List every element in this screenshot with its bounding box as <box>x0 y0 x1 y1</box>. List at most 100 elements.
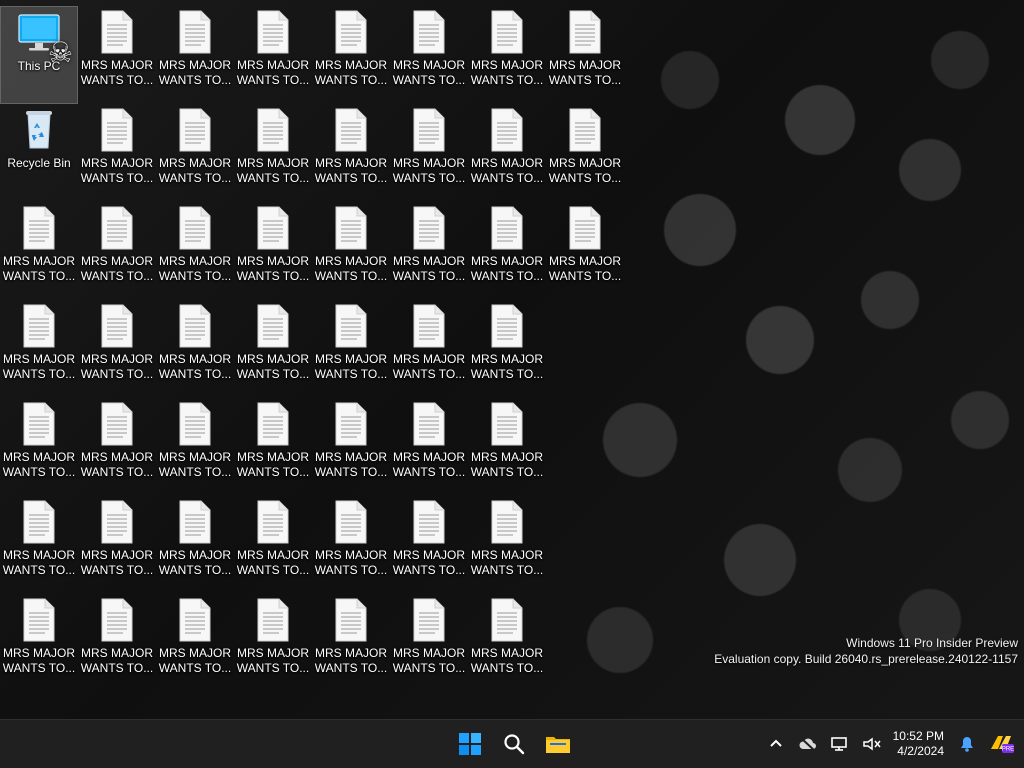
desktop-icon-label: MRS MAJOR WANTS TO... <box>80 58 154 87</box>
text-file-graphic <box>249 596 297 644</box>
desktop-icon-text-file[interactable]: MRS MAJOR WANTS TO... <box>546 202 624 300</box>
text-file-graphic <box>15 400 63 448</box>
desktop-icon-text-file[interactable]: MRS MAJOR WANTS TO... <box>78 398 156 496</box>
desktop-icon-text-file[interactable]: MRS MAJOR WANTS TO... <box>234 496 312 594</box>
desktop-icon-text-file[interactable]: MRS MAJOR WANTS TO... <box>156 398 234 496</box>
onedrive-status-button[interactable] <box>797 733 819 755</box>
desktop-icon-label: MRS MAJOR WANTS TO... <box>2 646 76 675</box>
desktop-icon-text-file[interactable]: MRS MAJOR WANTS TO... <box>546 6 624 104</box>
taskbar-clock[interactable]: 10:52 PM 4/2/2024 <box>893 729 944 759</box>
desktop-icon-text-file[interactable]: MRS MAJOR WANTS TO... <box>468 398 546 496</box>
desktop-icon-text-file[interactable]: MRS MAJOR WANTS TO... <box>78 594 156 692</box>
desktop-icon-text-file[interactable]: MRS MAJOR WANTS TO... <box>390 496 468 594</box>
text-file-graphic <box>483 498 531 546</box>
desktop-icon-text-file[interactable]: MRS MAJOR WANTS TO... <box>0 300 78 398</box>
desktop-icon-label: MRS MAJOR WANTS TO... <box>80 646 154 675</box>
text-document-icon <box>101 500 133 544</box>
desktop-icon-label: MRS MAJOR WANTS TO... <box>158 450 232 479</box>
text-document-icon <box>335 206 367 250</box>
desktop-icon-label: MRS MAJOR WANTS TO... <box>158 548 232 577</box>
desktop-icon-text-file[interactable]: MRS MAJOR WANTS TO... <box>390 300 468 398</box>
text-document-icon <box>569 10 601 54</box>
desktop-icon-text-file[interactable]: MRS MAJOR WANTS TO... <box>234 398 312 496</box>
desktop-icon-text-file[interactable]: MRS MAJOR WANTS TO... <box>468 6 546 104</box>
desktop-icon-text-file[interactable]: MRS MAJOR WANTS TO... <box>312 398 390 496</box>
desktop-icon-text-file[interactable]: MRS MAJOR WANTS TO... <box>0 202 78 300</box>
desktop-icon-text-file[interactable]: MRS MAJOR WANTS TO... <box>0 398 78 496</box>
desktop-icon-text-file[interactable]: MRS MAJOR WANTS TO... <box>156 202 234 300</box>
text-document-icon <box>179 402 211 446</box>
desktop-icon-text-file[interactable]: MRS MAJOR WANTS TO... <box>234 202 312 300</box>
network-button[interactable] <box>829 733 851 755</box>
desktop-icon-text-file[interactable]: MRS MAJOR WANTS TO... <box>468 300 546 398</box>
desktop-icon-text-file[interactable]: MRS MAJOR WANTS TO... <box>0 594 78 692</box>
file-explorer-button[interactable] <box>540 726 576 762</box>
text-file-graphic <box>405 596 453 644</box>
notifications-button[interactable] <box>956 733 978 755</box>
search-icon <box>504 734 525 755</box>
text-file-graphic <box>405 302 453 350</box>
skull-crossbones-icon: ☠ <box>47 37 73 68</box>
show-hidden-icons-button[interactable] <box>765 733 787 755</box>
desktop-icon-text-file[interactable]: MRS MAJOR WANTS TO... <box>312 6 390 104</box>
desktop-icon-label: MRS MAJOR WANTS TO... <box>314 548 388 577</box>
text-document-icon <box>23 598 55 642</box>
desktop-icon-text-file[interactable]: MRS MAJOR WANTS TO... <box>312 202 390 300</box>
text-document-icon <box>413 10 445 54</box>
desktop-icon-text-file[interactable]: MRS MAJOR WANTS TO... <box>156 594 234 692</box>
desktop-icon-label: MRS MAJOR WANTS TO... <box>158 646 232 675</box>
text-document-icon <box>491 304 523 348</box>
desktop-icon-text-file[interactable]: MRS MAJOR WANTS TO... <box>312 104 390 202</box>
desktop-icon-label: MRS MAJOR WANTS TO... <box>158 58 232 87</box>
desktop-icon-text-file[interactable]: MRS MAJOR WANTS TO... <box>78 104 156 202</box>
desktop-icon-text-file[interactable]: MRS MAJOR WANTS TO... <box>78 6 156 104</box>
desktop-icon-label: MRS MAJOR WANTS TO... <box>236 156 310 185</box>
text-document-icon <box>101 206 133 250</box>
chevron-up-icon <box>769 739 782 747</box>
text-document-icon <box>413 206 445 250</box>
desktop-icon-text-file[interactable]: MRS MAJOR WANTS TO... <box>156 300 234 398</box>
text-file-graphic <box>327 204 375 252</box>
desktop-icon-text-file[interactable]: MRS MAJOR WANTS TO... <box>390 398 468 496</box>
desktop-icon-text-file[interactable]: MRS MAJOR WANTS TO... <box>234 104 312 202</box>
windows-start-icon <box>459 733 481 755</box>
desktop-icon-text-file[interactable]: MRS MAJOR WANTS TO... <box>390 202 468 300</box>
volume-button[interactable] <box>861 733 883 755</box>
desktop-icon-text-file[interactable]: MRS MAJOR WANTS TO... <box>390 104 468 202</box>
desktop-icon-text-file[interactable]: MRS MAJOR WANTS TO... <box>468 496 546 594</box>
text-document-icon <box>491 206 523 250</box>
desktop-icon-text-file[interactable]: MRS MAJOR WANTS TO... <box>234 594 312 692</box>
desktop-icon-text-file[interactable]: MRS MAJOR WANTS TO... <box>546 104 624 202</box>
desktop-icon-text-file[interactable]: MRS MAJOR WANTS TO... <box>78 300 156 398</box>
text-document-icon <box>413 304 445 348</box>
desktop-icon-text-file[interactable]: MRS MAJOR WANTS TO... <box>468 594 546 692</box>
desktop-icon-text-file[interactable]: MRS MAJOR WANTS TO... <box>312 594 390 692</box>
desktop-icon-text-file[interactable]: MRS MAJOR WANTS TO... <box>78 496 156 594</box>
text-document-icon <box>413 108 445 152</box>
desktop-icon-text-file[interactable]: MRS MAJOR WANTS TO... <box>468 104 546 202</box>
desktop-icon-text-file[interactable]: MRS MAJOR WANTS TO... <box>234 300 312 398</box>
desktop-icon-text-file[interactable]: MRS MAJOR WANTS TO... <box>0 496 78 594</box>
text-document-icon <box>413 402 445 446</box>
desktop-icon-text-file[interactable]: MRS MAJOR WANTS TO... <box>156 6 234 104</box>
desktop-icon-text-file[interactable]: MRS MAJOR WANTS TO... <box>312 300 390 398</box>
desktop-icon-label: MRS MAJOR WANTS TO... <box>158 254 232 283</box>
text-document-icon <box>413 598 445 642</box>
desktop-icon-text-file[interactable]: MRS MAJOR WANTS TO... <box>234 6 312 104</box>
text-document-icon <box>569 108 601 152</box>
desktop-icon-text-file[interactable]: MRS MAJOR WANTS TO... <box>78 202 156 300</box>
desktop-icon-recycle-bin[interactable]: Recycle Bin <box>0 104 78 202</box>
search-button[interactable] <box>496 726 532 762</box>
desktop-icon-this-pc[interactable]: ☠ This PC <box>0 6 78 104</box>
desktop-icon-text-file[interactable]: MRS MAJOR WANTS TO... <box>468 202 546 300</box>
text-document-icon <box>179 598 211 642</box>
start-button[interactable] <box>452 726 488 762</box>
desktop-icon-text-file[interactable]: MRS MAJOR WANTS TO... <box>312 496 390 594</box>
desktop-icon-text-file[interactable]: MRS MAJOR WANTS TO... <box>156 496 234 594</box>
copilot-button[interactable]: PRE <box>988 733 1016 755</box>
text-file-graphic <box>405 498 453 546</box>
desktop-icon-text-file[interactable]: MRS MAJOR WANTS TO... <box>390 594 468 692</box>
desktop[interactable]: ☠ This PC Recycle Bin MRS MAJOR WANTS TO… <box>0 0 1024 720</box>
desktop-icon-text-file[interactable]: MRS MAJOR WANTS TO... <box>156 104 234 202</box>
desktop-icon-text-file[interactable]: MRS MAJOR WANTS TO... <box>390 6 468 104</box>
